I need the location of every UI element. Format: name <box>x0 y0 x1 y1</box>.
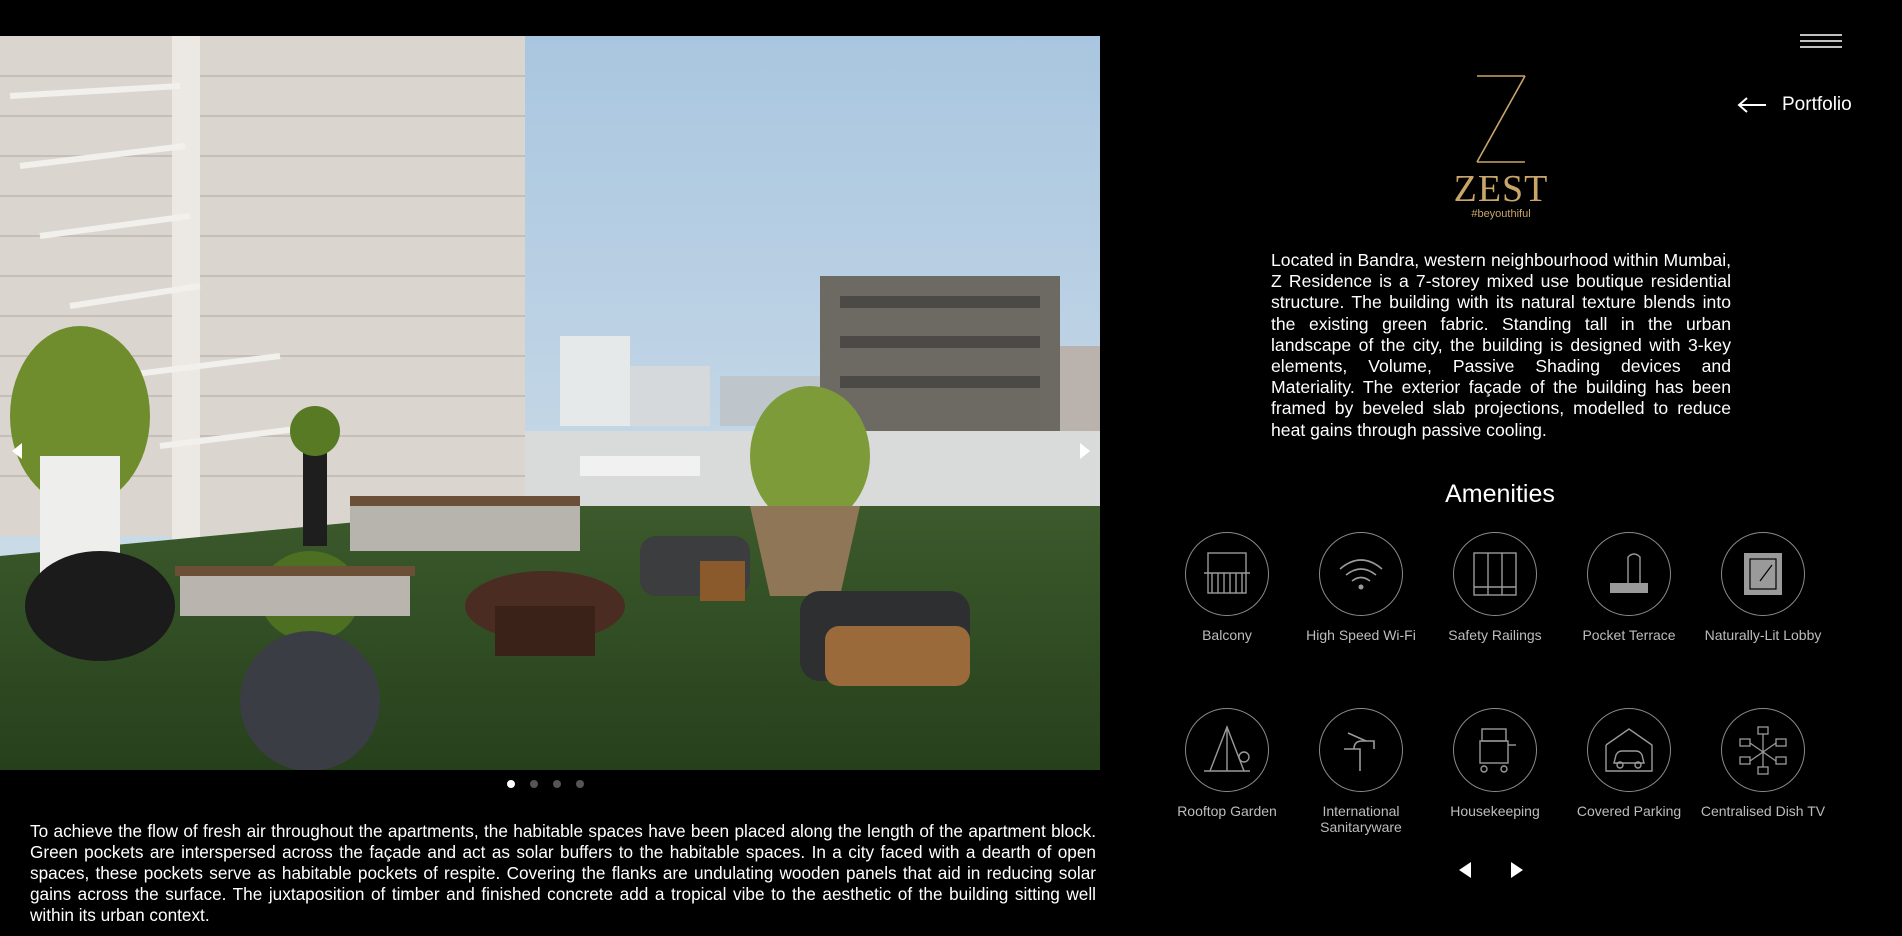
project-description-left: To achieve the flow of fresh air through… <box>30 821 1096 925</box>
amenity-covered-parking: Covered Parking <box>1562 708 1696 819</box>
rooftop-terrace-photo <box>0 36 1100 770</box>
amenities-prev-button[interactable] <box>1454 858 1476 882</box>
garden-icon <box>1204 725 1250 772</box>
caret-left-icon <box>12 443 22 459</box>
hamburger-icon <box>1800 34 1842 48</box>
amenity-sanitaryware: International Sanitaryware <box>1294 708 1428 835</box>
lobby-icon <box>1744 553 1782 595</box>
amenity-safety-railings: Safety Railings <box>1428 532 1562 643</box>
amenity-housekeeping: Housekeeping <box>1428 708 1562 819</box>
railings-icon <box>1473 552 1517 596</box>
faucet-icon <box>1344 732 1375 771</box>
portfolio-back-link[interactable]: Portfolio <box>1736 94 1852 116</box>
amenity-dish-tv: Centralised Dish TV <box>1696 708 1830 819</box>
amenities-title: Amenities <box>1445 480 1555 508</box>
amenity-balcony: Balcony <box>1160 532 1294 643</box>
z-logo-mark-icon <box>1476 75 1526 163</box>
caret-right-icon <box>1080 443 1090 459</box>
gallery-dot-4[interactable] <box>576 780 584 788</box>
portfolio-label: Portfolio <box>1782 94 1852 115</box>
project-description-right: Located in Bandra, western neighbourhood… <box>1271 250 1731 440</box>
triangle-left-icon <box>1459 862 1471 878</box>
terrace-icon <box>1610 553 1648 593</box>
amenities-pager <box>1454 858 1528 882</box>
parking-icon <box>1605 728 1653 772</box>
amenity-wifi: High Speed Wi-Fi <box>1294 532 1428 643</box>
amenity-rooftop-garden: Rooftop Garden <box>1160 708 1294 819</box>
logo-wordmark: ZEST <box>1453 168 1549 210</box>
gallery-dot-2[interactable] <box>530 780 538 788</box>
amenity-naturally-lit-lobby: Naturally-Lit Lobby <box>1696 532 1830 643</box>
gallery-dot-1[interactable] <box>507 780 515 788</box>
amenity-pocket-terrace: Pocket Terrace <box>1562 532 1696 643</box>
balcony-icon <box>1204 552 1250 594</box>
gallery-next-button[interactable] <box>1074 438 1096 464</box>
network-icon <box>1739 726 1787 775</box>
housekeeping-cart-icon <box>1479 728 1516 773</box>
gallery-dot-3[interactable] <box>553 780 561 788</box>
image-gallery[interactable] <box>0 36 1100 770</box>
gallery-prev-button[interactable] <box>6 438 28 464</box>
menu-button[interactable] <box>1792 26 1850 56</box>
arrow-left-icon <box>1737 97 1766 113</box>
brand-logo: ZEST #beyouthiful <box>1440 70 1562 230</box>
triangle-right-icon <box>1511 862 1523 878</box>
wifi-icon <box>1339 559 1383 590</box>
amenities-next-button[interactable] <box>1506 858 1528 882</box>
gallery-pagination <box>507 780 584 792</box>
